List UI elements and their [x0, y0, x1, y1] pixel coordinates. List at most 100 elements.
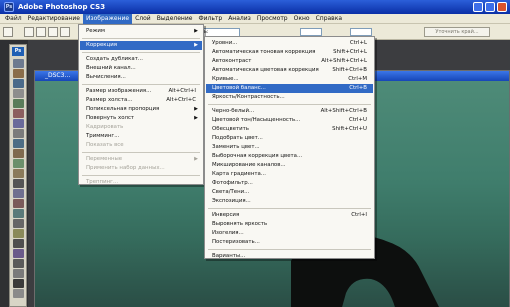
menu-item-label: Треппинг...: [86, 179, 119, 185]
tool-icon-17[interactable]: [13, 219, 24, 228]
menu-item-15[interactable]: Карта градиента...: [206, 170, 373, 179]
menu-item-shortcut: Ctrl+U: [348, 117, 367, 123]
tool-icon-10[interactable]: [13, 149, 24, 158]
menu-item-8[interactable]: Размер изображения... Alt+Ctrl+I: [80, 87, 202, 96]
menu-item-label: Постеризовать...: [212, 239, 260, 245]
menu-7[interactable]: Просмотр: [254, 14, 291, 24]
menu-item-5[interactable]: Цветовой баланс... Ctrl+B: [206, 84, 373, 93]
menu-item-shortcut: Shift+Ctrl+L: [333, 49, 367, 55]
tool-icon-15[interactable]: [13, 199, 24, 208]
menu-item-10[interactable]: Попиксельная пропорция ▶: [80, 105, 202, 114]
close-button[interactable]: [497, 2, 507, 12]
menu-1[interactable]: Редактирование: [25, 14, 83, 24]
tool-icon-23[interactable]: [13, 279, 24, 288]
menu-4[interactable]: Выделение: [154, 14, 196, 24]
menu-5[interactable]: Фильтр: [195, 14, 225, 24]
menu-item-2[interactable]: Коррекция ▶: [80, 41, 202, 50]
menu-item-17[interactable]: Света/Тени...: [206, 188, 373, 197]
menu-item-20[interactable]: Инверсия Ctrl+I: [206, 211, 373, 220]
marquee-tool-preset-icon[interactable]: [3, 27, 13, 37]
menu-item-19: Треппинг...: [80, 178, 202, 187]
menu-item-shortcut: Shift+Ctrl+B: [332, 67, 367, 73]
tool-icon-20[interactable]: [13, 249, 24, 258]
menu-item-21[interactable]: Выровнять яркость: [206, 220, 373, 229]
tool-icon-5[interactable]: [13, 99, 24, 108]
maximize-button[interactable]: [485, 2, 495, 12]
menu-0[interactable]: Файл: [2, 14, 25, 24]
tool-icon-7[interactable]: [13, 119, 24, 128]
menu-item-6[interactable]: Вычисления...: [80, 73, 202, 82]
menu-item-11[interactable]: Повернуть холст ▶: [80, 114, 202, 123]
tool-icon-13[interactable]: [13, 179, 24, 188]
menu-item-label: Обесцветить: [212, 126, 249, 132]
menu-item-18[interactable]: Экспозиция...: [206, 197, 373, 206]
menu-item-3[interactable]: Автоматическая цветовая коррекция Shift+C…: [206, 66, 373, 75]
menu-item-4[interactable]: Создать дубликат...: [80, 55, 202, 64]
menu-2[interactable]: Изображение: [82, 13, 133, 24]
new-selection-icon[interactable]: [24, 27, 34, 37]
menu-item-9[interactable]: Размер холста... Alt+Ctrl+C: [80, 96, 202, 105]
menu-item-5[interactable]: Внешний канал...: [80, 64, 202, 73]
minimize-button[interactable]: [473, 2, 483, 12]
add-to-selection-icon[interactable]: [36, 27, 46, 37]
tool-icon-11[interactable]: [13, 159, 24, 168]
menu-8[interactable]: Окно: [291, 14, 313, 24]
menu-separator: [82, 84, 200, 85]
image-menu: Режим ▶ Коррекция ▶ Создать дубликат... Внешн…: [78, 24, 204, 185]
menu-item-9[interactable]: Цветовой тон/Насыщенность... Ctrl+U: [206, 116, 373, 125]
menu-item-16: Переменные ▶: [80, 155, 202, 164]
menu-item-2[interactable]: Автоконтраст Alt+Shift+Ctrl+L: [206, 57, 373, 66]
tool-icon-16[interactable]: [13, 209, 24, 218]
tool-icon-9[interactable]: [13, 139, 24, 148]
tool-icon-12[interactable]: [13, 169, 24, 178]
tool-icon-19[interactable]: [13, 239, 24, 248]
menu-item-14[interactable]: Микширование каналов...: [206, 161, 373, 170]
menu-9[interactable]: Справка: [313, 14, 345, 24]
tool-icon-4[interactable]: [13, 89, 24, 98]
menu-separator: [208, 249, 371, 250]
menu-item-13[interactable]: Выборочная коррекция цвета...: [206, 152, 373, 161]
menu-item-10[interactable]: Обесцветить Shift+Ctrl+U: [206, 125, 373, 134]
tool-icon-6[interactable]: [13, 109, 24, 118]
menu-item-label: Режим: [86, 28, 105, 34]
intersect-selection-icon[interactable]: [60, 27, 70, 37]
menu-item-1[interactable]: Автоматическая тоновая коррекция Shift+Ct…: [206, 48, 373, 57]
menu-item-label: Уровни...: [212, 40, 238, 46]
tool-icon-24[interactable]: [13, 289, 24, 298]
tool-icon-8[interactable]: [13, 129, 24, 138]
menu-item-8[interactable]: Черно-белый... Alt+Shift+Ctrl+B: [206, 107, 373, 116]
menu-item-4[interactable]: Кривые... Ctrl+M: [206, 75, 373, 84]
tool-icon-22[interactable]: [13, 269, 24, 278]
subtract-selection-icon[interactable]: [48, 27, 58, 37]
menu-item-shortcut: Ctrl+B: [349, 85, 367, 91]
tool-icon-18[interactable]: [13, 229, 24, 238]
menu-item-0[interactable]: Уровни... Ctrl+L: [206, 39, 373, 48]
menu-item-11[interactable]: Подобрать цвет...: [206, 134, 373, 143]
menu-separator: [82, 175, 200, 176]
menu-item-13[interactable]: Тримминг...: [80, 132, 202, 141]
menu-item-shortcut: Ctrl+L: [349, 40, 367, 46]
menu-item-6[interactable]: Яркость/Контрастность...: [206, 93, 373, 102]
menu-item-25[interactable]: Варианты...: [206, 252, 373, 261]
tool-icon-1[interactable]: [13, 59, 24, 68]
tool-icon-21[interactable]: [13, 259, 24, 268]
menu-6[interactable]: Анализ: [225, 14, 254, 24]
menu-item-22[interactable]: Изогелия...: [206, 229, 373, 238]
menu-item-0[interactable]: Режим ▶: [80, 27, 202, 36]
menu-item-label: Цветовой тон/Насыщенность...: [212, 117, 301, 123]
menu-3[interactable]: Слой: [132, 14, 154, 24]
menu-item-shortcut: Ctrl+M: [348, 76, 367, 82]
width-input[interactable]: [300, 28, 322, 36]
menu-item-label: Цветовой баланс...: [212, 85, 266, 91]
refine-edge-button[interactable]: Уточнить край...: [424, 27, 490, 37]
menu-separator: [82, 152, 200, 153]
tool-icon-2[interactable]: [13, 69, 24, 78]
ps-logo: Ps: [12, 47, 24, 56]
menu-item-23[interactable]: Постеризовать...: [206, 238, 373, 247]
menu-item-label: Применить набор данных...: [86, 165, 165, 171]
menu-item-16[interactable]: Фотофильтр...: [206, 179, 373, 188]
tool-icon-14[interactable]: [13, 189, 24, 198]
tool-icon-3[interactable]: [13, 79, 24, 88]
menu-item-12[interactable]: Заменить цвет...: [206, 143, 373, 152]
height-input[interactable]: [350, 28, 372, 36]
